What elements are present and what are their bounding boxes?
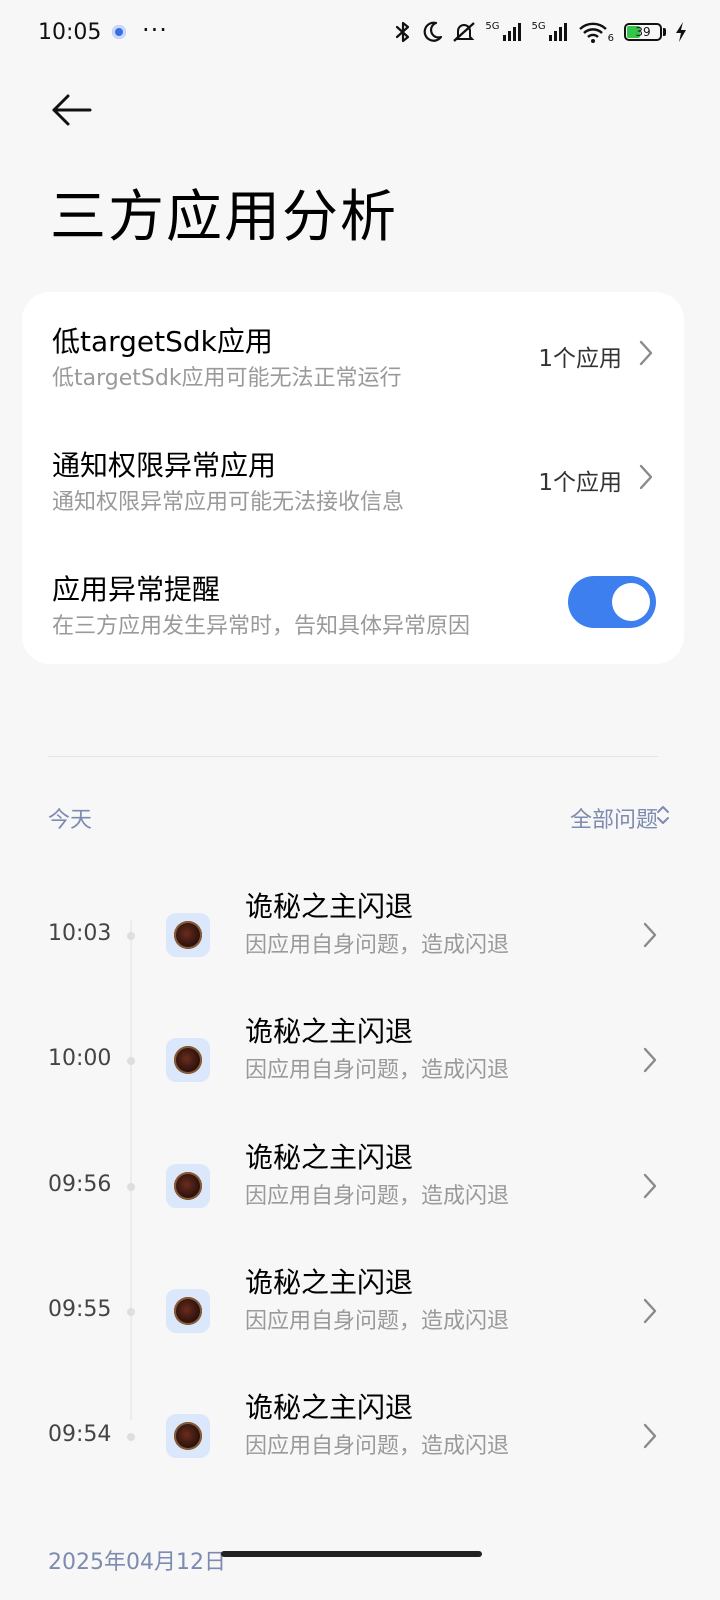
timeline-dot — [127, 1057, 135, 1065]
row-title: 应用异常提醒 — [52, 573, 221, 606]
exception-alert-toggle[interactable] — [568, 576, 656, 628]
bolt-icon — [674, 21, 688, 43]
wifi-label: 6 — [607, 33, 614, 44]
timeline-dot — [127, 932, 135, 940]
row-value: 1个应用 — [538, 346, 622, 372]
filter-dropdown[interactable]: 全部问题 — [570, 802, 658, 834]
event-time: 10:00 — [48, 1046, 112, 1071]
day-header: 今天 — [48, 808, 93, 833]
event-description: 因应用自身问题，造成闪退 — [245, 1058, 510, 1083]
event-description: 因应用自身问题，造成闪退 — [245, 933, 510, 958]
crash-record-item[interactable]: 09:54 诡秘之主闪退 因应用自身问题，造成闪退 — [0, 1386, 720, 1486]
row-description: 在三方应用发生异常时，告知具体异常原因 — [52, 614, 471, 639]
wifi-icon: 6 — [578, 20, 616, 44]
bell-off-icon — [451, 20, 477, 44]
app-icon — [166, 1038, 210, 1082]
row-description: 低targetSdk应用可能无法正常运行 — [52, 366, 402, 391]
crash-record-item[interactable]: 09:56 诡秘之主闪退 因应用自身问题，造成闪退 — [0, 1136, 720, 1236]
bluetooth-icon — [393, 20, 413, 44]
signal-icon-2: 5G — [532, 22, 570, 42]
row-title: 通知权限异常应用 — [52, 449, 277, 482]
low-target-sdk-row[interactable]: 低targetSdk应用 低targetSdk应用可能无法正常运行 1个应用 — [22, 292, 684, 416]
event-title: 诡秘之主闪退 — [245, 1266, 414, 1299]
home-indicator[interactable] — [221, 1551, 482, 1557]
event-description: 因应用自身问题，造成闪退 — [245, 1434, 510, 1459]
signal-label: 5G — [485, 21, 500, 32]
crash-record-item[interactable]: 10:03 诡秘之主闪退 因应用自身问题，造成闪退 — [0, 885, 720, 985]
event-time: 09:55 — [48, 1297, 112, 1322]
divider — [48, 756, 658, 757]
moon-icon — [421, 20, 443, 44]
row-description: 通知权限异常应用可能无法接收信息 — [52, 490, 405, 515]
notification-permission-row[interactable]: 通知权限异常应用 通知权限异常应用可能无法接收信息 1个应用 — [22, 416, 684, 540]
chevron-right-icon — [643, 922, 657, 948]
signal-icon: 5G — [485, 22, 523, 42]
app-notification-icon — [112, 25, 126, 39]
battery-level: 39 — [635, 25, 651, 39]
status-time: 10:05 — [38, 20, 102, 45]
settings-card: 低targetSdk应用 低targetSdk应用可能无法正常运行 1个应用 通… — [22, 292, 684, 664]
row-title: 低targetSdk应用 — [52, 325, 273, 358]
event-time: 09:56 — [48, 1172, 112, 1197]
page-title: 三方应用分析 — [50, 185, 398, 250]
app-icon — [166, 1289, 210, 1333]
event-title: 诡秘之主闪退 — [245, 890, 414, 923]
event-description: 因应用自身问题，造成闪退 — [245, 1184, 510, 1209]
crash-record-item[interactable]: 09:55 诡秘之主闪退 因应用自身问题，造成闪退 — [0, 1261, 720, 1361]
app-icon — [166, 1414, 210, 1458]
crash-record-item[interactable]: 10:00 诡秘之主闪退 因应用自身问题，造成闪退 — [0, 1010, 720, 1110]
app-icon — [166, 913, 210, 957]
back-button[interactable] — [48, 90, 96, 130]
chevron-right-icon — [639, 340, 653, 366]
arrow-left-icon — [52, 94, 92, 126]
timeline-dot — [127, 1433, 135, 1441]
event-title: 诡秘之主闪退 — [245, 1015, 414, 1048]
toggle-knob — [612, 583, 650, 621]
app-icon — [166, 1164, 210, 1208]
sort-updown-icon[interactable] — [656, 804, 670, 826]
row-value: 1个应用 — [538, 470, 622, 496]
chevron-right-icon — [639, 464, 653, 490]
battery-icon: 39 — [624, 23, 666, 41]
chevron-right-icon — [643, 1047, 657, 1073]
date-header: 2025年04月12日 — [48, 1550, 226, 1575]
event-title: 诡秘之主闪退 — [245, 1391, 414, 1424]
timeline-dot — [127, 1308, 135, 1316]
more-notifications-icon: ··· — [142, 16, 168, 44]
signal-label-2: 5G — [531, 21, 546, 32]
event-title: 诡秘之主闪退 — [245, 1141, 414, 1174]
status-icons: 5G 5G 6 39 — [393, 18, 688, 46]
chevron-right-icon — [643, 1298, 657, 1324]
status-bar: 10:05 ··· 5G 5G 6 39 — [0, 0, 720, 66]
event-time: 10:03 — [48, 921, 112, 946]
event-description: 因应用自身问题，造成闪退 — [245, 1309, 510, 1334]
event-time: 09:54 — [48, 1422, 112, 1447]
timeline-dot — [127, 1183, 135, 1191]
chevron-right-icon — [643, 1423, 657, 1449]
chevron-right-icon — [643, 1173, 657, 1199]
